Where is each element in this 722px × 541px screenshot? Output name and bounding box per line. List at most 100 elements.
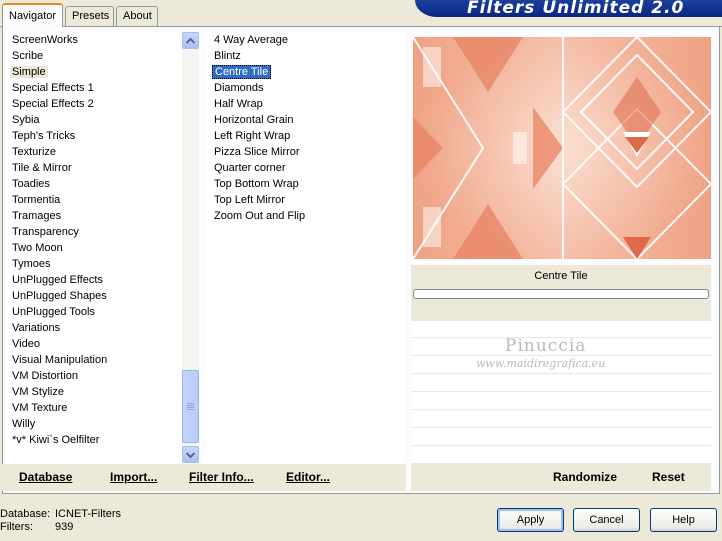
category-item-label: Special Effects 2 xyxy=(12,98,94,110)
category-item[interactable]: Willy xyxy=(4,416,182,432)
list-button-bar: Database Import... Filter Info... Editor… xyxy=(2,464,406,491)
tab-about[interactable]: About xyxy=(116,6,158,26)
category-item-label: Willy xyxy=(12,418,36,430)
category-item-label: Visual Manipulation xyxy=(12,354,108,366)
category-item[interactable]: Two Moon xyxy=(4,240,182,256)
database-value: ICNET-Filters xyxy=(55,508,121,520)
category-item-label: *v* Kiwi`s Oelfilter xyxy=(12,434,100,446)
category-item-label: Tile & Mirror xyxy=(12,162,72,174)
tab-navigator-label: Navigator xyxy=(9,10,57,22)
category-item[interactable]: Sybia xyxy=(4,112,182,128)
tab-presets[interactable]: Presets xyxy=(65,6,114,26)
filter-item[interactable]: 4 Way Average xyxy=(206,32,406,48)
category-item[interactable]: VM Stylize xyxy=(4,384,182,400)
filter-item-label: Half Wrap xyxy=(214,98,263,110)
filter-item[interactable]: Diamonds xyxy=(206,80,406,96)
filter-item-label: Quarter corner xyxy=(214,162,286,174)
filter-item[interactable]: Top Left Mirror xyxy=(206,192,406,208)
filters-count: 939 xyxy=(55,521,74,533)
category-item[interactable]: ScreenWorks xyxy=(4,32,182,48)
category-item-label: VM Texture xyxy=(12,402,68,414)
category-item-label: Two Moon xyxy=(12,242,63,254)
category-scrollbar[interactable] xyxy=(182,32,199,463)
randomize-button[interactable]: Randomize xyxy=(553,470,617,484)
cancel-button[interactable]: Cancel xyxy=(573,508,640,532)
filter-item-label: Diamonds xyxy=(214,82,264,94)
filter-item[interactable]: Centre Tile xyxy=(206,64,406,80)
preview-caption-bar: Centre Tile xyxy=(411,265,711,321)
category-item-label: Tormentia xyxy=(12,194,61,206)
category-item[interactable]: Toadies xyxy=(4,176,182,192)
tab-presets-label: Presets xyxy=(72,10,110,22)
category-item-label: Simple xyxy=(10,66,48,78)
category-item-label: Transparency xyxy=(12,226,79,238)
filter-item[interactable]: Horizontal Grain xyxy=(206,112,406,128)
category-item[interactable]: Tile & Mirror xyxy=(4,160,182,176)
filter-item[interactable]: Quarter corner xyxy=(206,160,406,176)
category-item-label: Tymoes xyxy=(12,258,51,270)
category-item[interactable]: UnPlugged Effects xyxy=(4,272,182,288)
filter-list[interactable]: 4 Way Average Blintz Centre Tile Diamonds Ha… xyxy=(206,32,406,463)
editor-button[interactable]: Editor... xyxy=(286,470,330,484)
category-item[interactable]: Tymoes xyxy=(4,256,182,272)
filter-item[interactable]: Top Bottom Wrap xyxy=(206,176,406,192)
category-item[interactable]: UnPlugged Shapes xyxy=(4,288,182,304)
tab-about-label: About xyxy=(123,10,152,22)
category-item[interactable]: VM Texture xyxy=(4,400,182,416)
import-button[interactable]: Import... xyxy=(110,470,157,484)
apply-button[interactable]: Apply xyxy=(497,508,564,532)
category-item[interactable]: Tramages xyxy=(4,208,182,224)
filter-item[interactable]: Pizza Slice Mirror xyxy=(206,144,406,160)
reset-button[interactable]: Reset xyxy=(652,470,685,484)
database-button[interactable]: Database xyxy=(19,470,72,484)
category-item-label: Toadies xyxy=(12,178,50,190)
scroll-thumb[interactable] xyxy=(182,370,199,443)
progress-bar xyxy=(413,289,709,299)
scroll-up-button[interactable] xyxy=(182,32,199,49)
category-item-label: Scribe xyxy=(12,50,44,62)
category-item[interactable]: Visual Manipulation xyxy=(4,352,182,368)
filter-item[interactable]: Left Right Wrap xyxy=(206,128,406,144)
category-item[interactable]: Texturize xyxy=(4,144,182,160)
category-item[interactable]: Teph's Tricks xyxy=(4,128,182,144)
category-item[interactable]: Simple xyxy=(4,64,182,80)
filter-item-label: Centre Tile xyxy=(212,65,272,79)
category-item[interactable]: UnPlugged Tools xyxy=(4,304,182,320)
category-item[interactable]: VM Distortion xyxy=(4,368,182,384)
filter-info-button[interactable]: Filter Info... xyxy=(189,470,254,484)
category-item-label: VM Distortion xyxy=(12,370,79,382)
chevron-up-icon xyxy=(186,37,195,44)
scroll-down-button[interactable] xyxy=(182,446,199,463)
parameter-row xyxy=(411,447,711,464)
category-item[interactable]: Variations xyxy=(4,320,182,336)
help-button[interactable]: Help xyxy=(650,508,717,532)
category-item[interactable]: Video xyxy=(4,336,182,352)
parameter-row xyxy=(411,411,711,428)
category-item-label: UnPlugged Tools xyxy=(12,306,95,318)
filter-item[interactable]: Zoom Out and Flip xyxy=(206,208,406,224)
app-title: Filters Unlimited 2.0 xyxy=(467,0,685,17)
category-item[interactable]: Tormentia xyxy=(4,192,182,208)
tab-navigator[interactable]: Navigator xyxy=(2,3,63,27)
filter-item-label: Blintz xyxy=(214,50,241,62)
category-list[interactable]: ScreenWorks Scribe Simple Special Effects 1… xyxy=(4,32,182,463)
category-item[interactable]: Scribe xyxy=(4,48,182,64)
category-item[interactable]: *v* Kiwi`s Oelfilter xyxy=(4,432,182,448)
category-item[interactable]: Special Effects 2 xyxy=(4,96,182,112)
filter-item-label: 4 Way Average xyxy=(214,34,288,46)
parameter-row xyxy=(411,393,711,410)
category-item-label: Video xyxy=(12,338,40,350)
category-item-label: ScreenWorks xyxy=(12,34,78,46)
category-item-label: VM Stylize xyxy=(12,386,64,398)
category-item-label: UnPlugged Effects xyxy=(12,274,103,286)
filter-item[interactable]: Half Wrap xyxy=(206,96,406,112)
database-label: Database: xyxy=(0,508,51,520)
filter-item[interactable]: Blintz xyxy=(206,48,406,64)
category-item[interactable]: Transparency xyxy=(4,224,182,240)
filter-item-label: Pizza Slice Mirror xyxy=(214,146,300,158)
chevron-down-icon xyxy=(186,451,195,458)
category-item-label: UnPlugged Shapes xyxy=(12,290,107,302)
filter-item-label: Horizontal Grain xyxy=(214,114,294,126)
category-item[interactable]: Special Effects 1 xyxy=(4,80,182,96)
preview-pattern xyxy=(413,37,711,259)
